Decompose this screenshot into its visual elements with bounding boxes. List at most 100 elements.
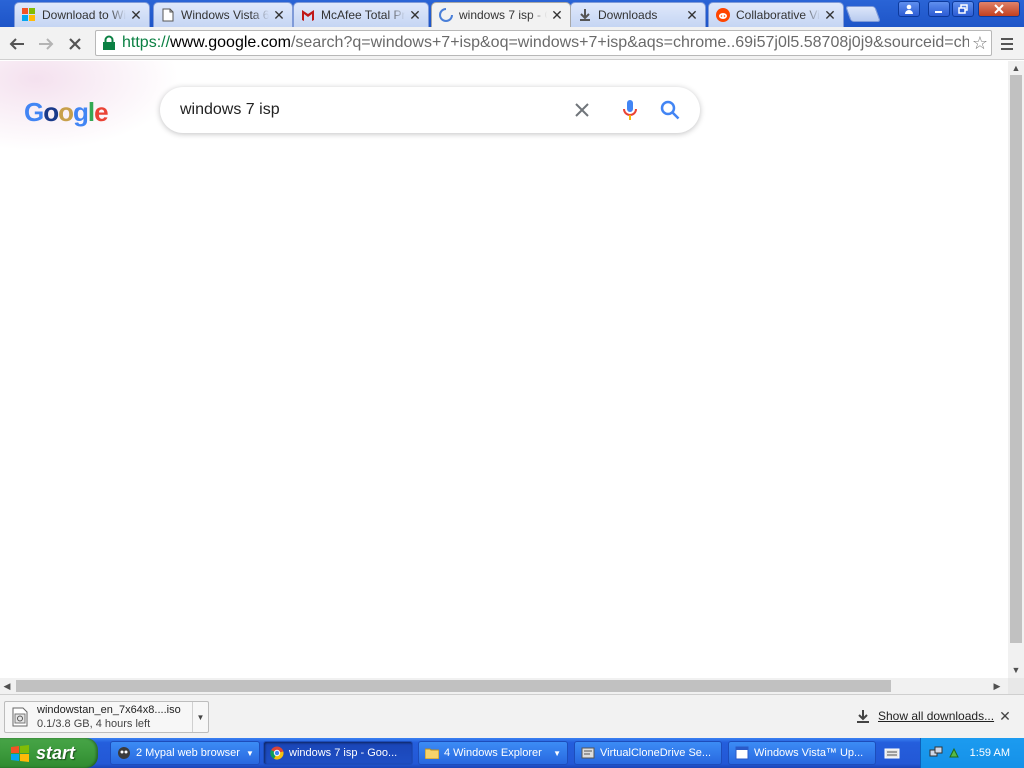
chrome-menu-button[interactable] [996,33,1018,55]
back-button[interactable] [5,32,29,56]
taskbar-button-label: Windows Vista™ Up... [754,747,864,759]
search-icon [660,100,680,120]
windows-flag-icon [11,745,29,762]
start-button[interactable]: start [0,738,98,768]
download-shelf: windowstan_en_7x64x8....iso 0.1/3.8 GB, … [0,694,1024,738]
keyboard-icon[interactable] [884,746,900,760]
mypal-icon [117,746,131,760]
taskbar-button-chrome[interactable]: windows 7 isp - Goo... [263,741,413,765]
search-input[interactable]: windows 7 isp [160,101,562,119]
tab-collaborative[interactable]: Collaborative Virtual ✕ [708,2,844,27]
google-doodle-logo[interactable]: Google [24,97,109,128]
tab-title: windows 7 isp - Google Search [459,8,547,22]
taskbar-button-virtualclonedrive[interactable]: VirtualCloneDrive Se... [574,741,722,765]
show-all-downloads-label: Show all downloads... [878,709,995,723]
vertical-scrollbar[interactable]: ▲ ▼ [1008,61,1024,680]
tab-downloads[interactable]: Downloads ✕ [570,2,706,27]
loading-spinner-icon [438,7,454,23]
mcafee-icon [300,7,316,23]
system-tray: 1:59 AM [920,738,1024,768]
back-arrow-icon [9,38,24,50]
bookmark-star-icon[interactable]: ☆ [969,33,991,54]
tab-mcafee[interactable]: McAfee Total Protection ✕ [293,2,429,27]
voice-search-button[interactable] [610,90,650,130]
group-chevron-down-icon: ▼ [245,748,254,758]
windows-logo-icon [21,7,37,23]
new-tab-button[interactable] [845,6,881,22]
scroll-right-arrow[interactable]: ▶ [990,679,1004,693]
tab-title: Downloads [598,8,658,22]
windows-taskbar: start 2 Mypal web browser ▼ windows 7 is… [0,738,1024,768]
safely-remove-hardware-icon[interactable] [947,746,961,760]
taskbar-button-explorer[interactable]: 4 Windows Explorer ▼ [418,741,568,765]
download-filename: windowstan_en_7x64x8....iso [37,704,181,716]
scroll-left-arrow[interactable]: ◀ [0,679,14,693]
profile-icon[interactable] [898,1,920,17]
download-icon [577,7,593,23]
tab-title: Download to Windows [42,8,126,22]
show-all-downloads-link[interactable]: Show all downloads... [856,709,994,723]
page-icon [160,7,176,23]
minimize-button[interactable] [928,1,950,17]
close-icon [575,103,589,117]
taskbar-button-label: windows 7 isp - Goo... [289,747,398,759]
close-tab-icon[interactable]: ✕ [129,8,143,22]
tab-title: McAfee Total Protection [321,8,405,22]
download-progress: 0.1/3.8 GB, 4 hours left [37,718,151,730]
taskbar-button-label: 2 Mypal web browser [136,747,240,759]
restore-button[interactable] [952,1,974,17]
close-tab-icon[interactable]: ✕ [685,8,699,22]
download-options-chevron-icon[interactable]: ▼ [192,702,208,732]
page-viewport: Google windows 7 isp [0,61,1008,680]
url-host: www.google.com [170,34,291,51]
group-chevron-down-icon: ▼ [553,748,561,758]
stop-button[interactable] [63,32,87,56]
forward-arrow-icon [39,38,54,50]
forward-button[interactable] [34,32,58,56]
url-scheme: https:// [122,34,171,51]
download-icon [857,710,869,723]
vertical-scroll-thumb[interactable] [1010,75,1022,643]
tab-google-search[interactable]: windows 7 isp - Google Search ✕ [431,2,571,27]
start-label: start [36,742,76,763]
horizontal-scroll-thumb[interactable] [16,680,891,692]
tab-download-to-windows[interactable]: Download to Windows ✕ [14,2,150,27]
url-path: /search?q=windows+7+isp&oq=windows+7+isp… [290,34,969,51]
address-bar[interactable]: https://www.google.com/search?q=windows+… [95,30,992,56]
close-window-button[interactable] [978,1,1020,17]
search-button[interactable] [650,90,690,130]
search-box[interactable]: windows 7 isp [160,87,700,133]
folder-icon [425,746,439,760]
microphone-icon [623,100,637,120]
tab-title: Windows Vista 64 [181,8,269,22]
chrome-icon [270,746,284,760]
taskbar-button-label: VirtualCloneDrive Se... [600,747,712,759]
download-item[interactable]: windowstan_en_7x64x8....iso 0.1/3.8 GB, … [4,701,209,733]
close-tab-icon[interactable]: ✕ [272,8,286,22]
taskbar-button-label: 4 Windows Explorer [444,747,542,759]
browser-toolbar: https://www.google.com/search?q=windows+… [0,27,1024,60]
network-icon[interactable] [929,746,943,760]
virtualclonedrive-icon [581,746,595,760]
taskbar-button-mypal[interactable]: 2 Mypal web browser ▼ [110,741,260,765]
close-tab-icon[interactable]: ✕ [823,8,837,22]
window-icon [735,746,749,760]
scrollbar-corner [1008,678,1024,694]
clock[interactable]: 1:59 AM [970,747,1010,759]
scroll-up-arrow[interactable]: ▲ [1009,61,1023,75]
stop-x-icon [69,38,81,50]
reddit-icon [715,7,731,23]
clear-search-button[interactable] [562,90,602,130]
url-text: https://www.google.com/search?q=windows+… [122,34,969,52]
tab-strip: Download to Windows ✕ Windows Vista 64 ✕… [0,0,1024,27]
close-tab-icon[interactable]: ✕ [550,8,564,22]
lock-icon [103,35,115,50]
taskbar-button-vista-update[interactable]: Windows Vista™ Up... [728,741,876,765]
close-shelf-icon[interactable]: ✕ [998,708,1012,725]
disc-image-file-icon [12,707,28,727]
scroll-down-arrow[interactable]: ▼ [1009,663,1023,677]
close-tab-icon[interactable]: ✕ [408,8,422,22]
tab-title: Collaborative Virtual [736,8,820,22]
horizontal-scrollbar[interactable]: ◀ ▶ [0,678,1008,694]
tab-windows-vista[interactable]: Windows Vista 64 ✕ [153,2,293,27]
